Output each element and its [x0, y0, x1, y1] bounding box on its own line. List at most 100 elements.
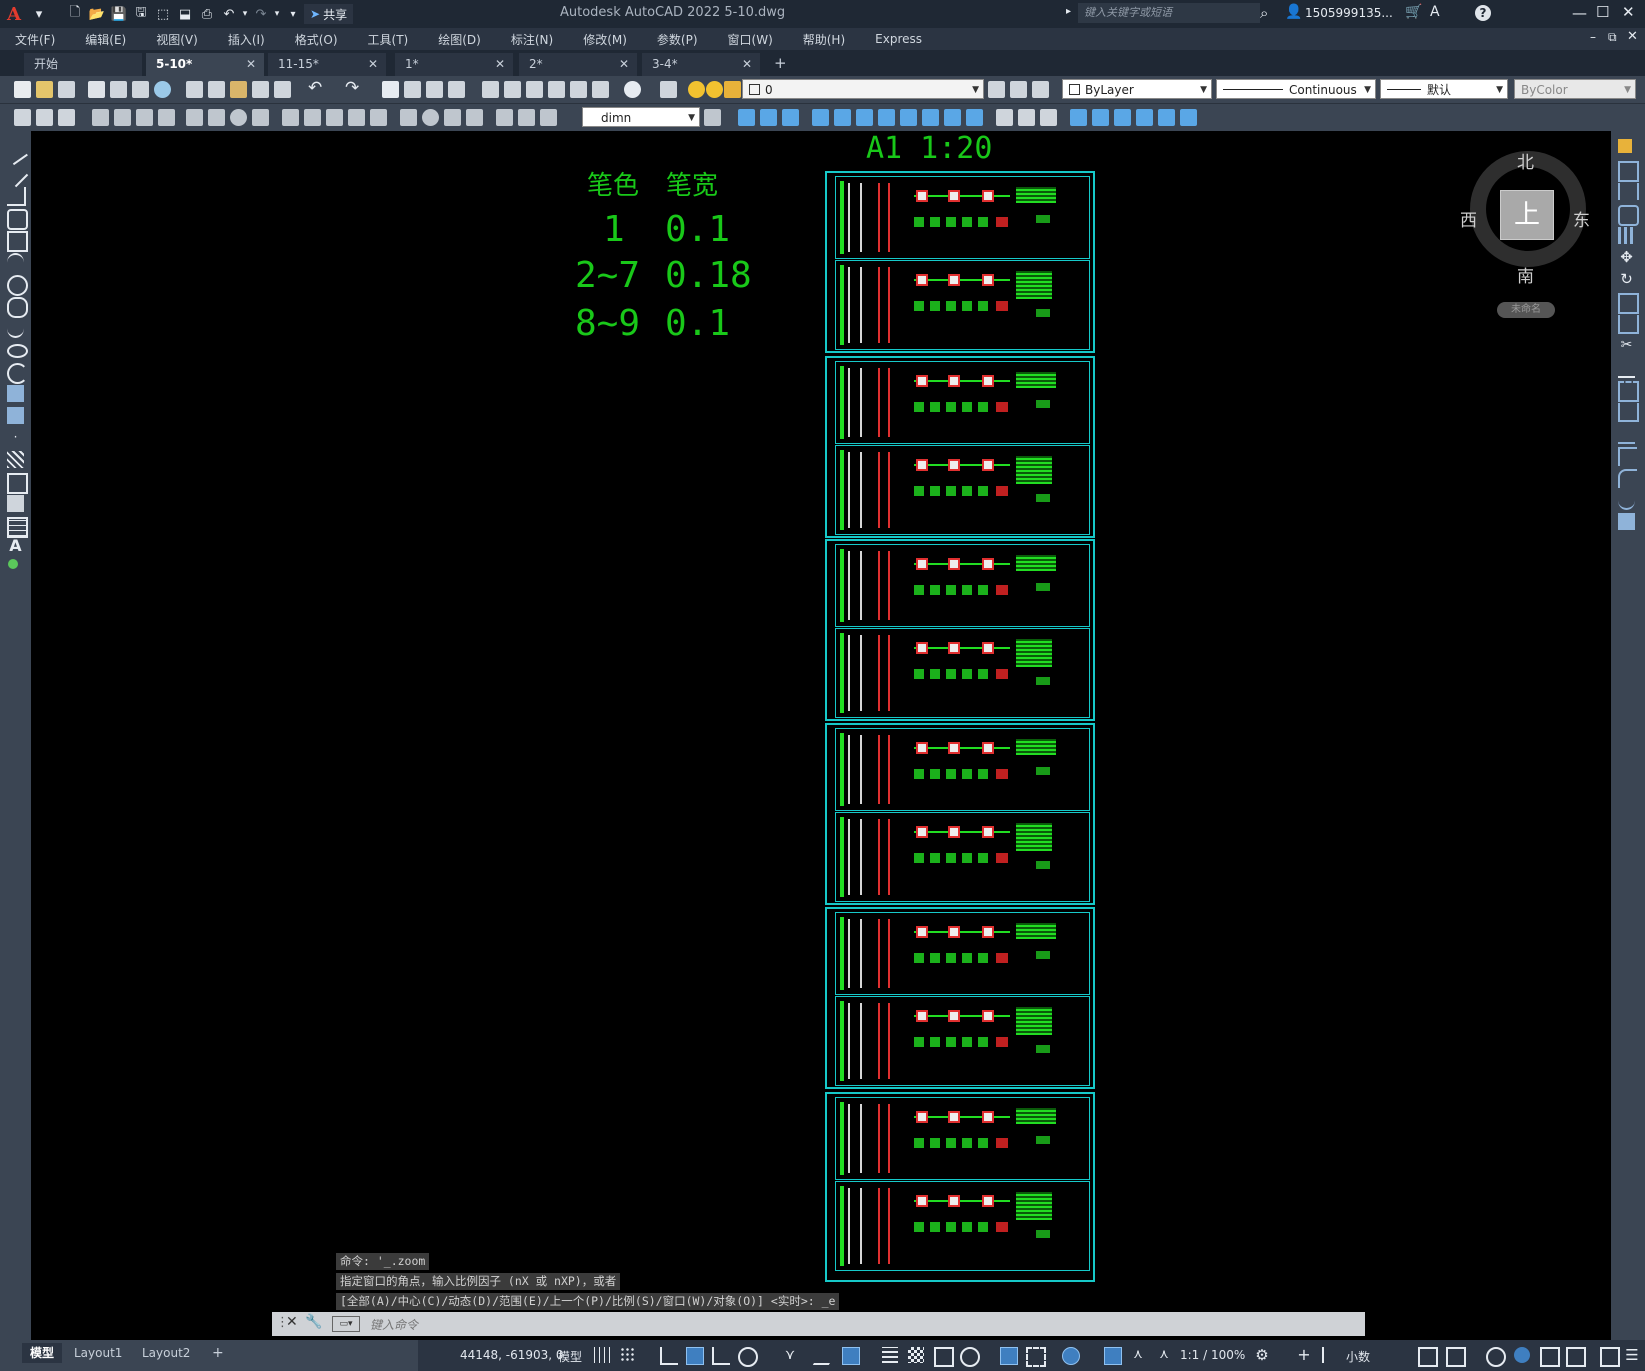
dynamic-input-icon[interactable]: [686, 1347, 704, 1365]
annotation-scale-icon[interactable]: ⋏: [1156, 1347, 1172, 1363]
extrude-icon[interactable]: [812, 109, 829, 126]
web-open-icon[interactable]: ⬚: [152, 4, 174, 24]
offset-icon[interactable]: [1618, 205, 1639, 226]
dim-text-edit-icon[interactable]: [518, 109, 535, 126]
lineweight-dropdown[interactable]: 默认 ▼: [1380, 79, 1508, 99]
annotation-visibility-icon[interactable]: [1104, 1347, 1122, 1365]
sweep-icon[interactable]: [856, 109, 873, 126]
zoom-window-icon[interactable]: [426, 81, 443, 98]
blend-curves-icon[interactable]: [1618, 491, 1635, 510]
doc-minimize-icon[interactable]: –: [1590, 30, 1596, 44]
color-dropdown[interactable]: ByLayer ▼: [1062, 79, 1212, 99]
ucs-icon[interactable]: [1070, 109, 1087, 126]
ucs-origin-icon[interactable]: [1158, 109, 1175, 126]
help-icon[interactable]: [624, 81, 641, 98]
table-icon[interactable]: [7, 517, 28, 538]
selection-cycling-icon[interactable]: [934, 1347, 954, 1367]
copy-object-icon[interactable]: [1618, 161, 1639, 182]
layer-lock-icon[interactable]: [724, 81, 741, 98]
new-tab-button[interactable]: +: [774, 54, 787, 72]
properties-icon[interactable]: [482, 81, 499, 98]
erase-icon[interactable]: [1618, 139, 1632, 153]
customize-status-menu-icon[interactable]: ☰: [1624, 1347, 1640, 1363]
grid-icon[interactable]: [594, 1347, 610, 1363]
aligned-dim-icon[interactable]: [114, 109, 131, 126]
coordinates-readout[interactable]: 44148, -61903, 0: [460, 1348, 564, 1362]
open-icon[interactable]: [36, 81, 53, 98]
quick-properties-icon[interactable]: [1418, 1347, 1438, 1367]
plotstyle-dropdown[interactable]: ByColor ▼: [1514, 79, 1636, 99]
construction-line-icon[interactable]: [2, 161, 29, 188]
compass-west[interactable]: 西: [1460, 206, 1477, 231]
customize-qat-icon[interactable]: ▾: [282, 4, 304, 24]
layer-dropdown[interactable]: 0 ▼: [742, 79, 984, 99]
radius-dim-icon[interactable]: [186, 109, 203, 126]
3d-osnap-icon[interactable]: [960, 1347, 980, 1367]
menu-insert[interactable]: 插入(I): [213, 31, 280, 48]
tab-layout1[interactable]: Layout1: [66, 1343, 130, 1363]
plot-icon[interactable]: [88, 81, 105, 98]
layer-freeze-icon[interactable]: [706, 81, 723, 98]
user-account-label[interactable]: 1505999135...: [1305, 6, 1393, 20]
lights-icon[interactable]: [1040, 109, 1057, 126]
insert-block-icon[interactable]: [7, 385, 24, 402]
layer-walk-icon[interactable]: [58, 109, 75, 126]
menu-dimension[interactable]: 标注(N): [496, 31, 568, 48]
tab-2[interactable]: 2* ✕: [519, 53, 637, 76]
match-properties-icon[interactable]: [252, 81, 269, 98]
command-input[interactable]: 键入命令: [370, 1316, 418, 1333]
tab-start[interactable]: 开始: [24, 53, 142, 76]
tab-model[interactable]: 模型: [22, 1343, 63, 1363]
polar-tracking-icon[interactable]: [738, 1347, 758, 1367]
break-icon[interactable]: [1618, 403, 1639, 422]
units-value[interactable]: 小数: [1346, 1348, 1370, 1365]
point-icon[interactable]: ·: [7, 429, 24, 446]
stretch-icon[interactable]: [1618, 315, 1639, 334]
spline-icon[interactable]: [7, 319, 24, 338]
snap-icon[interactable]: [620, 1347, 636, 1363]
ucs-3point-icon[interactable]: [1180, 109, 1197, 126]
gizmo-icon[interactable]: [1062, 1347, 1080, 1365]
autocad-logo[interactable]: A: [0, 4, 28, 25]
baseline-dim-icon[interactable]: [304, 109, 321, 126]
dim-space-icon[interactable]: [348, 109, 365, 126]
clean-screen-icon[interactable]: [1540, 1347, 1560, 1367]
calculator-icon[interactable]: [592, 81, 609, 98]
layer-previous-icon[interactable]: [1010, 81, 1027, 98]
inspection-icon[interactable]: [444, 109, 461, 126]
copy-icon[interactable]: [208, 81, 225, 98]
circle-icon[interactable]: [7, 275, 28, 296]
arc-length-icon[interactable]: [136, 109, 153, 126]
menu-tools[interactable]: 工具(T): [353, 31, 424, 48]
angular-dim-icon[interactable]: [252, 109, 269, 126]
ellipse-icon[interactable]: [7, 344, 28, 358]
mirror-icon[interactable]: [1618, 183, 1639, 200]
loft-icon[interactable]: [900, 109, 917, 126]
menu-draw[interactable]: 绘图(D): [423, 31, 496, 48]
hardware-acceleration-icon[interactable]: [1514, 1347, 1530, 1363]
polyline-icon[interactable]: [7, 187, 26, 206]
infer-constraints-icon[interactable]: [660, 1347, 678, 1365]
line-tool-icon[interactable]: [3, 139, 28, 166]
viewcube-top-face[interactable]: 上: [1500, 190, 1554, 240]
pan-icon[interactable]: [382, 81, 399, 98]
array-icon[interactable]: [1618, 227, 1635, 244]
fillet-icon[interactable]: [1618, 469, 1637, 488]
make-current-layer-icon[interactable]: [988, 81, 1005, 98]
revolve-icon[interactable]: [878, 109, 895, 126]
3d-print-icon[interactable]: [154, 81, 171, 98]
layer-tool-icon[interactable]: [14, 109, 31, 126]
tab-3-4[interactable]: 3-4* ✕: [642, 53, 760, 76]
polygon-icon[interactable]: [7, 209, 28, 230]
break-at-point-icon[interactable]: [1618, 381, 1639, 402]
tab-close-icon[interactable]: ✕: [742, 53, 752, 76]
search-input[interactable]: 键入关键字或短语: [1078, 3, 1260, 23]
ucs-view-icon[interactable]: [1136, 109, 1153, 126]
graphics-performance-icon[interactable]: [1566, 1347, 1586, 1367]
menu-help[interactable]: 帮助(H): [788, 31, 860, 48]
drawing-canvas[interactable]: A1 1:20 笔色 笔宽 1 0.1 2~7 0.18 8~9 0.1: [31, 131, 1611, 1340]
tab-layout2[interactable]: Layout2: [134, 1343, 198, 1363]
interfere-icon[interactable]: [944, 109, 961, 126]
layer-iso-icon[interactable]: [36, 109, 53, 126]
minimize-icon[interactable]: —: [1572, 4, 1587, 22]
